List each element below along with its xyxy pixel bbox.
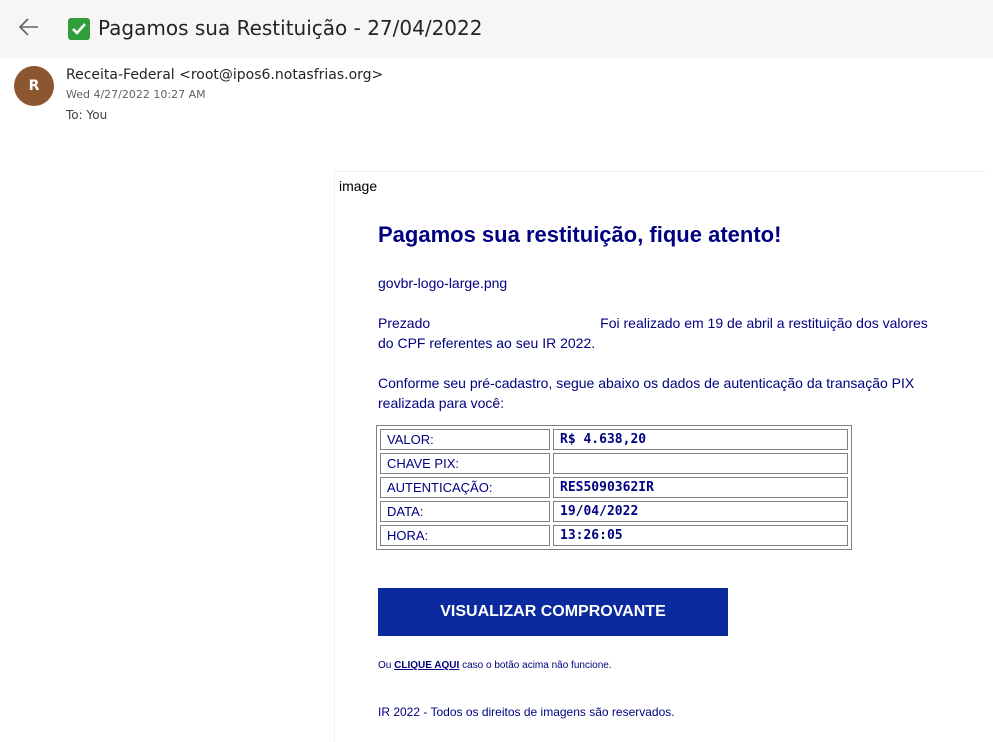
click-here-link[interactable]: CLIQUE AQUI bbox=[394, 660, 459, 671]
back-arrow-icon[interactable] bbox=[16, 14, 42, 40]
fallback-suffix: caso o botão acima não funcione. bbox=[462, 660, 612, 671]
recipient-line: To: You bbox=[66, 108, 108, 122]
sender-avatar[interactable]: R bbox=[14, 66, 54, 106]
row-label: VALOR: bbox=[380, 429, 550, 450]
table-row: HORA: 13:26:05 bbox=[380, 525, 848, 546]
email-heading: Pagamos sua restituição, fique atento! bbox=[378, 222, 782, 247]
row-label: CHAVE PIX: bbox=[380, 453, 550, 474]
row-value: 19/04/2022 bbox=[553, 501, 848, 522]
row-label: DATA: bbox=[380, 501, 550, 522]
email-subject: Pagamos sua Restituição - 27/04/2022 bbox=[98, 16, 483, 40]
row-label: HORA: bbox=[380, 525, 550, 546]
fallback-note: Ou CLIQUE AQUI caso o botão acima não fu… bbox=[378, 660, 612, 671]
sender-address[interactable]: Receita-Federal <root@ipos6.notasfrias.o… bbox=[66, 67, 383, 83]
table-row: VALOR: R$ 4.638,20 bbox=[380, 429, 848, 450]
table-row: DATA: 19/04/2022 bbox=[380, 501, 848, 522]
fallback-prefix: Ou bbox=[378, 660, 392, 671]
row-value: R$ 4.638,20 bbox=[553, 429, 848, 450]
greeting-text: Foi realizado em 19 de abril a restituiç… bbox=[378, 315, 928, 351]
row-label: AUTENTICAÇÃO: bbox=[380, 477, 550, 498]
pix-details-table: VALOR: R$ 4.638,20 CHAVE PIX: AUTENTICAÇ… bbox=[376, 425, 852, 550]
row-value: 13:26:05 bbox=[553, 525, 848, 546]
greeting-salutation: Prezado bbox=[378, 315, 431, 331]
header-bar: Pagamos sua Restituição - 27/04/2022 bbox=[0, 0, 993, 58]
row-value: RES5090362IR bbox=[553, 477, 848, 498]
sent-date: Wed 4/27/2022 10:27 AM bbox=[66, 88, 206, 101]
pix-intro-paragraph: Conforme seu pré-cadastro, segue abaixo … bbox=[378, 375, 915, 411]
footer-text: IR 2022 - Todos os direitos de imagens s… bbox=[378, 705, 675, 719]
logo-placeholder: govbr-logo-large.png bbox=[378, 275, 508, 291]
table-row: AUTENTICAÇÃO: RES5090362IR bbox=[380, 477, 848, 498]
row-value bbox=[553, 453, 848, 474]
email-body: image Pagamos sua restituição, fique ate… bbox=[334, 171, 985, 742]
greeting-paragraph: Prezado Foi realizado em 19 de abril a re… bbox=[378, 313, 943, 353]
check-mark-icon bbox=[68, 18, 90, 40]
image-placeholder: image bbox=[339, 178, 378, 194]
table-row: CHAVE PIX: bbox=[380, 453, 848, 474]
view-receipt-button[interactable]: VISUALIZAR COMPROVANTE bbox=[378, 588, 728, 636]
